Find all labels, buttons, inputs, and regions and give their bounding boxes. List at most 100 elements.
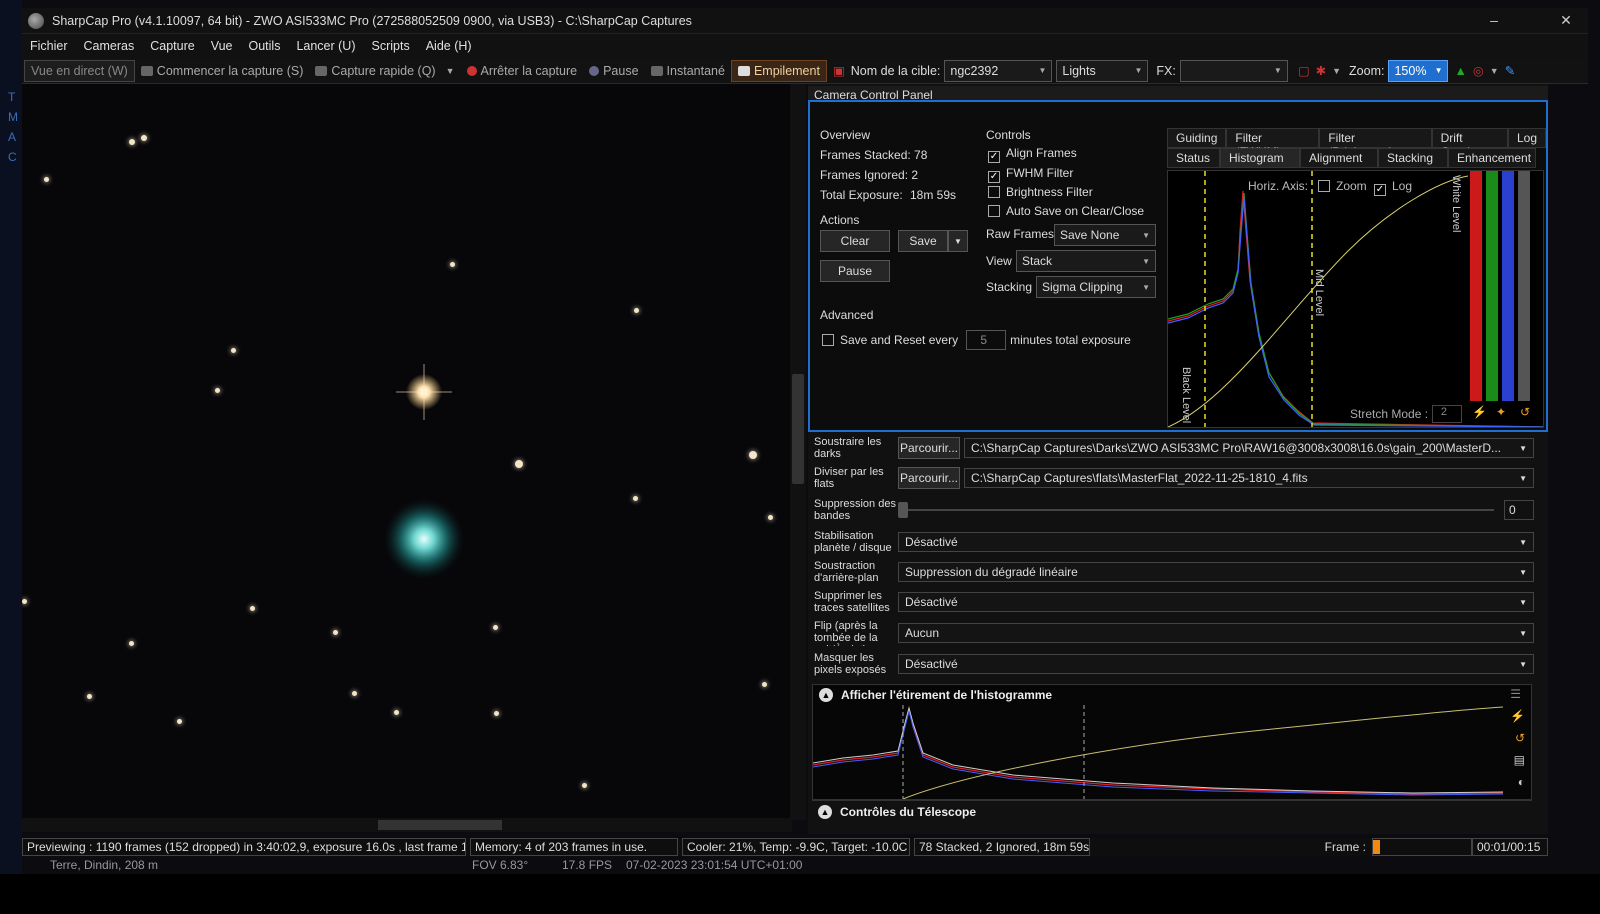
- scrollbar-thumb[interactable]: [792, 374, 804, 484]
- tab-stacking[interactable]: Stacking: [1378, 148, 1448, 168]
- brightness-filter-checkbox[interactable]: [988, 186, 1000, 198]
- reset-icon[interactable]: ↺: [1515, 731, 1525, 745]
- close-button[interactable]: ✕: [1552, 12, 1580, 29]
- save-icon[interactable]: ▤: [1514, 753, 1525, 767]
- save-button[interactable]: Save: [898, 230, 948, 252]
- banding-slider[interactable]: [898, 500, 1498, 520]
- mask-pixels-select[interactable]: Désactivé ▼: [898, 654, 1534, 674]
- chevron-down-icon[interactable]: ▼: [1332, 66, 1341, 76]
- reticle-icon[interactable]: ▢: [1298, 63, 1310, 78]
- align-frames-checkbox[interactable]: ✓: [988, 151, 1000, 163]
- stack-histogram[interactable]: Horiz. Axis: Zoom ✓ Log Black Level Mid L…: [1167, 170, 1544, 428]
- menu-vue[interactable]: Vue: [203, 39, 241, 53]
- collapse-icon[interactable]: ▲: [819, 688, 833, 702]
- image-viewport[interactable]: [22, 84, 792, 820]
- auto-save-checkbox[interactable]: [988, 205, 1000, 217]
- stop-capture-button[interactable]: Arrêter la capture: [461, 60, 584, 82]
- tab-guiding[interactable]: Guiding: [1167, 128, 1227, 148]
- log-checkbox-row[interactable]: ✓ Log: [1374, 179, 1412, 196]
- tab-alignment[interactable]: Alignment: [1300, 148, 1378, 168]
- raw-frames-label: Raw Frames: [986, 227, 1055, 241]
- minimize-button[interactable]: –: [1480, 12, 1508, 28]
- quick-capture-button[interactable]: Capture rapide (Q) ▼: [309, 60, 460, 82]
- tab-status[interactable]: Status: [1167, 148, 1220, 168]
- reset-icon[interactable]: ↺: [1520, 405, 1530, 419]
- menu-scripts[interactable]: Scripts: [364, 39, 418, 53]
- lightning-icon[interactable]: ⚡: [1510, 709, 1525, 723]
- log-checkbox[interactable]: ✓: [1374, 184, 1386, 196]
- slider-handle[interactable]: [898, 502, 908, 518]
- snapshot-button[interactable]: Instantané: [645, 60, 731, 82]
- mask-pixels-label: Masquer les pixels exposés: [814, 652, 887, 676]
- crosshair-icon[interactable]: ✱: [1316, 63, 1326, 78]
- menu-icon[interactable]: ☰: [1510, 687, 1521, 701]
- telescope-section-header[interactable]: ▲ Contrôles du Télescope: [812, 800, 1532, 822]
- menu-capture[interactable]: Capture: [142, 39, 202, 53]
- tab-log[interactable]: Log: [1507, 128, 1546, 148]
- save-reset-checkbox[interactable]: [822, 334, 834, 346]
- flat-browse-button[interactable]: Parcourir...: [898, 467, 960, 489]
- fwhm-filter-checkbox[interactable]: ✓: [988, 171, 1000, 183]
- target-name-combo[interactable]: ngc2392 ▼: [944, 59, 1053, 82]
- tab-histogram[interactable]: Histogram: [1220, 148, 1300, 168]
- star-icon[interactable]: ✦: [1496, 405, 1506, 419]
- live-view-button[interactable]: Vue en direct (W): [24, 59, 135, 82]
- stretch-section-header[interactable]: ▲ Afficher l'étirement de l'histogramme: [819, 688, 1052, 702]
- chevron-down-icon: ▼: [1519, 537, 1527, 547]
- tab-filter-fwhm[interactable]: Filter (FWHM): [1226, 128, 1320, 159]
- planet-stabilization-select[interactable]: Désactivé ▼: [898, 532, 1534, 552]
- tools-icon[interactable]: ✎: [1505, 63, 1515, 78]
- white-level-label: White Level: [1450, 175, 1462, 233]
- stacking-button[interactable]: Empilement: [730, 59, 827, 82]
- quick-capture-label: Capture rapide (Q): [331, 63, 436, 78]
- start-capture-button[interactable]: Commencer la capture (S): [135, 60, 310, 82]
- zoom-checkbox[interactable]: [1318, 180, 1330, 192]
- chevron-down-icon[interactable]: ▼: [1490, 66, 1499, 76]
- contrast-icon[interactable]: ◐: [1518, 775, 1525, 789]
- fwhm-filter-label: FWHM Filter: [1006, 166, 1074, 180]
- histogram-icon[interactable]: ▲: [1454, 64, 1466, 78]
- tab-enhancement[interactable]: Enhancement: [1448, 148, 1536, 168]
- clear-button[interactable]: Clear: [820, 230, 890, 252]
- stretch-mode-stepper[interactable]: 2: [1432, 405, 1462, 423]
- menu-lancer[interactable]: Lancer (U): [288, 39, 363, 53]
- minutes-stepper[interactable]: 5: [966, 330, 1007, 350]
- advanced-group-title: Advanced: [820, 308, 874, 322]
- chevron-down-icon[interactable]: ▼: [446, 66, 455, 76]
- viewport-horizontal-scrollbar[interactable]: [22, 818, 792, 832]
- banding-value[interactable]: 0: [1504, 500, 1534, 520]
- frame-type-combo[interactable]: Lights ▼: [1056, 59, 1149, 82]
- tab-filter-brightness[interactable]: Filter (Brightness): [1319, 128, 1432, 159]
- flat-path-select[interactable]: C:\SharpCap Captures\flats\MasterFlat_20…: [964, 468, 1534, 488]
- stacking-select[interactable]: Sigma Clipping ▼: [1036, 276, 1156, 298]
- collapse-icon[interactable]: ▲: [818, 805, 832, 819]
- lightning-icon[interactable]: ⚡: [1472, 405, 1487, 419]
- tab-drift-graph[interactable]: Drift Graph: [1431, 128, 1508, 159]
- zoom-checkbox-row[interactable]: Zoom: [1318, 179, 1367, 193]
- auto-save-row[interactable]: Auto Save on Clear/Close: [988, 204, 1144, 218]
- dark-browse-button[interactable]: Parcourir...: [898, 437, 960, 459]
- menu-aide[interactable]: Aide (H): [418, 39, 480, 53]
- menu-cameras[interactable]: Cameras: [76, 39, 143, 53]
- fx-combo[interactable]: ▼: [1179, 59, 1288, 82]
- view-select[interactable]: Stack ▼: [1016, 250, 1156, 272]
- pause-button[interactable]: Pause: [583, 60, 644, 82]
- dark-path-select[interactable]: C:\SharpCap Captures\Darks\ZWO ASI533MC …: [964, 438, 1534, 458]
- display-stretch-histogram[interactable]: ▲ Afficher l'étirement de l'histogramme …: [812, 684, 1532, 800]
- stellarium-footer: Terre, Dindin, 208 m FOV 6.83° 17.8 FPS …: [22, 858, 1548, 874]
- menu-outils[interactable]: Outils: [241, 39, 289, 53]
- satellite-trails-select[interactable]: Désactivé ▼: [898, 592, 1534, 612]
- scrollbar-thumb[interactable]: [378, 820, 502, 830]
- focus-icon[interactable]: ◎: [1473, 63, 1484, 78]
- background-subtract-select[interactable]: Suppression du dégradé linéaire ▼: [898, 562, 1534, 582]
- pause-stack-button[interactable]: Pause: [820, 260, 890, 282]
- zoom-combo[interactable]: 150% ▼: [1388, 59, 1449, 82]
- brightness-filter-row[interactable]: Brightness Filter: [988, 185, 1093, 199]
- flip-select[interactable]: Aucun ▼: [898, 623, 1534, 643]
- save-dropdown-button[interactable]: ▼: [948, 230, 968, 252]
- raw-frames-select[interactable]: Save None ▼: [1054, 224, 1156, 246]
- align-frames-row[interactable]: ✓ Align Frames: [988, 146, 1077, 163]
- viewport-vertical-scrollbar[interactable]: [790, 84, 806, 820]
- menu-fichier[interactable]: Fichier: [22, 39, 76, 53]
- fwhm-filter-row[interactable]: ✓ FWHM Filter: [988, 166, 1073, 183]
